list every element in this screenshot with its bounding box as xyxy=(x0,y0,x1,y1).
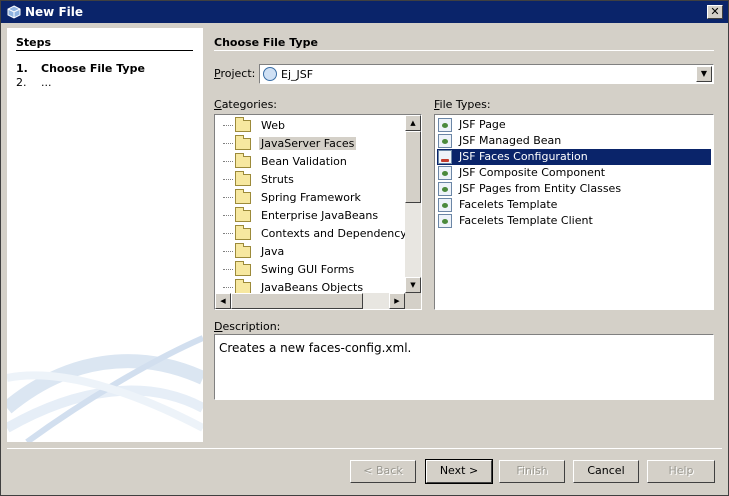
folder-icon xyxy=(235,171,251,186)
folder-icon xyxy=(235,243,251,258)
folder-icon xyxy=(235,261,251,276)
file-type-label: Facelets Template xyxy=(459,198,558,211)
categories-tree[interactable]: Web JavaServer Faces Bean Validation Struts… xyxy=(214,114,422,310)
file-type-label: JSF Faces Configuration xyxy=(459,150,588,163)
button-bar-divider xyxy=(7,448,722,449)
file-type-label: JSF Pages from Entity Classes xyxy=(459,182,622,195)
file-types-label: File Types: xyxy=(434,98,491,111)
tree-connector xyxy=(223,197,233,198)
close-button[interactable]: ✕ xyxy=(707,5,723,19)
scroll-up-icon[interactable]: ▲ xyxy=(405,115,421,131)
file-type-item[interactable]: JSF Managed Bean xyxy=(437,133,711,149)
category-label: Enterprise JavaBeans xyxy=(261,209,379,222)
file-type-item[interactable]: JSF Faces Configuration xyxy=(437,149,711,165)
scroll-right-icon[interactable]: ▶ xyxy=(389,293,405,309)
categories-label: Categories: xyxy=(214,98,278,111)
folder-icon xyxy=(235,117,251,132)
window-title: New File xyxy=(25,5,84,19)
tree-connector xyxy=(223,233,233,234)
step-2-label: ... xyxy=(41,76,52,89)
category-label: Bean Validation xyxy=(261,155,347,168)
horizontal-scroll-thumb[interactable] xyxy=(231,293,363,309)
file-type-label: JSF Page xyxy=(459,118,506,131)
step-2-number: 2. xyxy=(16,76,27,89)
vertical-scroll-thumb[interactable] xyxy=(405,131,421,203)
help-button[interactable]: Help xyxy=(647,460,715,483)
tree-connector xyxy=(223,269,233,270)
finish-button[interactable]: Finish xyxy=(499,460,565,483)
tree-connector xyxy=(223,251,233,252)
dropdown-arrow-icon[interactable]: ▼ xyxy=(696,66,712,82)
folder-icon xyxy=(235,189,251,204)
project-globe-icon xyxy=(263,67,277,81)
categories-horizontal-scrollbar[interactable]: ◀ ▶ xyxy=(215,293,405,309)
file-type-item[interactable]: JSF Page xyxy=(437,117,711,133)
next-button[interactable]: Next > xyxy=(425,459,493,484)
category-label: Spring Framework xyxy=(261,191,361,204)
title-divider xyxy=(214,50,714,51)
jsf-file-icon xyxy=(438,198,452,212)
category-label: Contexts and Dependency Inj xyxy=(261,227,422,240)
description-label: Description: xyxy=(214,320,281,333)
jsf-file-icon xyxy=(438,118,452,132)
project-value: Ej_JSF xyxy=(281,68,314,81)
step-2: 2.... xyxy=(16,76,52,89)
page-title: Choose File Type xyxy=(214,36,318,49)
title-bar[interactable]: New File ✕ xyxy=(1,1,728,23)
decorative-swoosh-graphic xyxy=(7,335,203,442)
jsf-config-file-icon xyxy=(438,150,452,164)
tree-connector xyxy=(223,125,233,126)
file-type-item[interactable]: Facelets Template Client xyxy=(437,213,711,229)
cancel-button[interactable]: Cancel xyxy=(573,460,639,483)
back-button[interactable]: < Back xyxy=(350,460,416,483)
category-label: JavaServer Faces xyxy=(259,137,357,150)
tree-connector xyxy=(223,215,233,216)
folder-icon xyxy=(235,153,251,168)
step-1-label: Choose File Type xyxy=(41,62,145,75)
tree-connector xyxy=(223,287,233,288)
new-file-dialog: New File ✕ Steps 1. Choose File Type 2...… xyxy=(0,0,729,496)
step-1-number: 1. xyxy=(16,62,28,75)
project-label: Project: xyxy=(214,67,256,80)
scroll-corner xyxy=(405,293,421,309)
folder-icon xyxy=(235,207,251,222)
file-type-label: JSF Managed Bean xyxy=(459,134,562,147)
steps-panel: Steps 1. Choose File Type 2.... xyxy=(7,28,203,442)
folder-icon xyxy=(235,135,251,150)
jsf-file-icon xyxy=(438,134,452,148)
steps-divider xyxy=(16,50,193,51)
steps-title: Steps xyxy=(16,36,52,49)
description-box: Creates a new faces-config.xml. xyxy=(214,334,714,400)
scroll-left-icon[interactable]: ◀ xyxy=(215,293,231,309)
categories-vertical-scrollbar[interactable]: ▲ ▼ xyxy=(405,115,421,293)
jsf-file-icon xyxy=(438,182,452,196)
file-type-label: Facelets Template Client xyxy=(459,214,593,227)
tree-connector xyxy=(223,161,233,162)
tree-connector xyxy=(223,179,233,180)
scroll-down-icon[interactable]: ▼ xyxy=(405,277,421,293)
file-type-item[interactable]: JSF Composite Component xyxy=(437,165,711,181)
description-text: Creates a new faces-config.xml. xyxy=(219,341,412,355)
category-label: Web xyxy=(261,119,285,132)
category-label: Struts xyxy=(261,173,294,186)
jsf-file-icon xyxy=(438,214,452,228)
step-1: 1. Choose File Type xyxy=(16,62,145,75)
category-label: Java xyxy=(261,245,285,258)
file-type-item[interactable]: Facelets Template xyxy=(437,197,711,213)
file-type-label: JSF Composite Component xyxy=(459,166,606,179)
project-dropdown[interactable]: Ej_JSF ▼ xyxy=(259,64,714,84)
jsf-file-icon xyxy=(438,166,452,180)
file-type-item[interactable]: JSF Pages from Entity Classes xyxy=(437,181,711,197)
netbeans-cube-icon xyxy=(7,5,21,19)
folder-icon xyxy=(235,225,251,240)
category-label: Swing GUI Forms xyxy=(261,263,355,276)
file-types-list[interactable]: JSF Page JSF Managed Bean JSF Faces Config… xyxy=(434,114,714,310)
tree-connector xyxy=(223,143,233,144)
